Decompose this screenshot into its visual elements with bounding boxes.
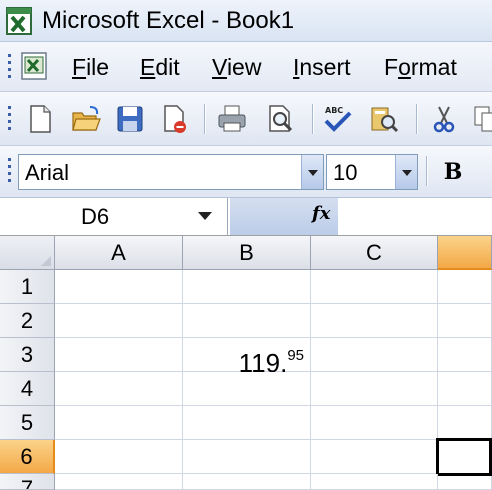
standard-toolbar: ABC <box>0 92 492 146</box>
cell-a2[interactable] <box>55 304 183 338</box>
row-header-6[interactable]: 6 <box>0 440 55 474</box>
print-preview-icon[interactable] <box>264 103 296 135</box>
cell-c2[interactable] <box>311 304 438 338</box>
copy-icon[interactable] <box>472 103 492 135</box>
name-box-value: D6 <box>80 204 110 229</box>
cell-d4[interactable] <box>438 372 492 406</box>
worksheet-grid: A B C 1 2 3 4 5 6 7 119.95 <box>0 236 492 490</box>
column-header-b[interactable]: B <box>183 236 311 270</box>
cell-a4[interactable] <box>55 372 183 406</box>
menu-view[interactable]: View <box>212 54 261 80</box>
cell-c4[interactable] <box>311 372 438 406</box>
window-title: Microsoft Excel - Book1 <box>42 7 295 34</box>
font-size-dropdown-icon[interactable] <box>395 155 417 189</box>
workbook-icon[interactable] <box>16 50 50 82</box>
print-icon[interactable] <box>216 103 248 135</box>
name-box[interactable]: D6 <box>0 198 228 235</box>
cell-b6[interactable] <box>183 440 311 474</box>
research-icon[interactable] <box>368 103 400 135</box>
excel-icon[interactable] <box>6 7 32 35</box>
cell-c7[interactable] <box>311 474 438 490</box>
cell-d7[interactable] <box>438 476 492 490</box>
cell-d5[interactable] <box>438 406 492 440</box>
row-header-1[interactable]: 1 <box>0 270 55 304</box>
title-bar: Microsoft Excel - Book1 <box>0 0 492 42</box>
select-all-button[interactable] <box>0 236 55 270</box>
cell-c1[interactable] <box>311 270 438 304</box>
toolbar-separator <box>204 104 206 134</box>
cell-d1[interactable] <box>438 270 492 304</box>
menu-bar: File Edit View Insert Format <box>0 42 492 92</box>
toolbar-separator <box>426 156 428 186</box>
new-document-icon[interactable] <box>24 103 56 135</box>
cell-c6[interactable] <box>311 440 438 474</box>
row-header-3[interactable]: 3 <box>0 338 55 372</box>
menu-file[interactable]: File <box>72 54 109 80</box>
formula-input[interactable] <box>338 198 492 235</box>
row-header-2[interactable]: 2 <box>0 304 55 338</box>
toolbar-separator <box>312 104 314 134</box>
cell-b1[interactable] <box>183 270 311 304</box>
cut-icon[interactable] <box>428 103 460 135</box>
formatting-grip[interactable] <box>8 158 12 186</box>
font-name-dropdown-icon[interactable] <box>301 155 323 189</box>
row-header-4[interactable]: 4 <box>0 372 55 406</box>
cell-d3[interactable] <box>438 338 492 372</box>
cell-b3[interactable]: 119.95 <box>183 338 311 377</box>
cell-a7[interactable] <box>55 474 183 490</box>
save-icon[interactable] <box>114 103 146 135</box>
formula-bar: D6 fx <box>0 198 492 236</box>
menu-grip[interactable] <box>8 54 12 82</box>
row-header-7[interactable]: 7 <box>0 474 55 490</box>
name-box-dropdown-icon[interactable] <box>198 212 212 220</box>
font-name-select[interactable]: Arial <box>18 154 324 190</box>
column-header-d[interactable] <box>438 236 492 270</box>
cell-a1[interactable] <box>55 270 183 304</box>
svg-text:ABC: ABC <box>325 106 343 115</box>
bold-button[interactable]: B <box>438 158 468 186</box>
menu-edit[interactable]: Edit <box>140 54 180 80</box>
menu-format[interactable]: Format <box>384 54 457 80</box>
cell-b5[interactable] <box>183 406 311 440</box>
cell-b2[interactable] <box>183 304 311 338</box>
menu-insert[interactable]: Insert <box>293 54 351 80</box>
fx-icon[interactable]: fx <box>312 203 330 224</box>
font-size-select[interactable]: 10 <box>326 154 418 190</box>
font-name-value: Arial <box>25 160 70 185</box>
insert-function-area: fx <box>230 198 338 235</box>
open-folder-icon[interactable] <box>70 103 102 135</box>
spelling-icon[interactable]: ABC <box>322 103 354 135</box>
cell-d2[interactable] <box>438 304 492 338</box>
cell-d6-selected[interactable] <box>436 438 492 476</box>
cell-b7[interactable] <box>183 474 311 490</box>
cell-a6[interactable] <box>55 440 183 474</box>
cell-a3[interactable] <box>55 338 183 372</box>
column-header-a[interactable]: A <box>55 236 183 270</box>
cell-c3[interactable] <box>311 338 438 372</box>
toolbar-grip[interactable] <box>8 106 12 134</box>
cell-a5[interactable] <box>55 406 183 440</box>
formatting-toolbar: Arial 10 B <box>0 146 492 198</box>
toolbar-separator <box>416 104 418 134</box>
font-size-value: 10 <box>333 160 358 185</box>
cell-b4[interactable] <box>183 372 311 406</box>
row-header-5[interactable]: 5 <box>0 406 55 440</box>
cell-c5[interactable] <box>311 406 438 440</box>
permission-icon[interactable] <box>158 103 190 135</box>
column-header-c[interactable]: C <box>311 236 438 270</box>
